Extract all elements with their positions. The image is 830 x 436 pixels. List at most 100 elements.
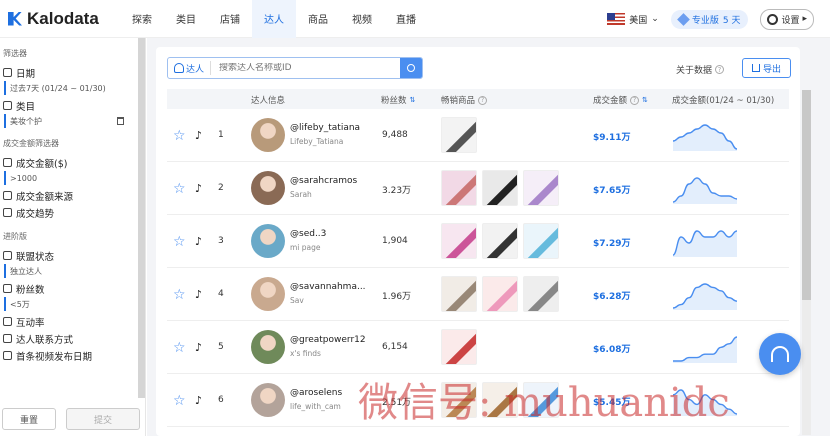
tiktok-icon[interactable]: ♪ (195, 129, 205, 142)
favorite-star-icon[interactable]: ☆ (173, 340, 186, 356)
top-products (441, 329, 477, 365)
influencer-nickname: Lifeby_Tatiana (290, 137, 344, 146)
header-influencer: 达人信息 (251, 96, 286, 106)
filter-category-value[interactable]: 美妆个护 (4, 114, 124, 128)
favorite-star-icon[interactable]: ☆ (173, 181, 186, 197)
product-thumbnail[interactable] (482, 170, 518, 206)
filter-first-video[interactable]: 首条视频发布日期 (0, 347, 145, 364)
table-row[interactable]: ☆ ♪ 4 @savannahma... Sav 1.96万 $6.28万 (167, 268, 789, 321)
header-gmv[interactable]: 成交金额? ⇅ (593, 94, 648, 106)
table-scrollbar-thumb[interactable] (802, 90, 811, 300)
search-input[interactable] (211, 63, 392, 73)
search-button[interactable] (400, 58, 422, 78)
gmv-value: $7.29万 (593, 239, 631, 249)
settings-button[interactable]: 设置 ▸ (760, 8, 814, 30)
header-gmv-trend: 成交金额(01/24 ~ 01/30) (672, 96, 775, 106)
region-select[interactable]: 美国 ⌄ (607, 13, 659, 26)
gmv-trend-sparkline (672, 230, 738, 257)
gmv-trend-sparkline (672, 177, 738, 204)
table-row[interactable]: ☆ ♪ 1 @lifeby_tatiana Lifeby_Tatiana 9,488 $9.… (167, 109, 789, 162)
tiktok-icon[interactable]: ♪ (195, 341, 205, 354)
filter-date[interactable]: 日期 (0, 64, 145, 81)
nav-explore[interactable]: 探索 (120, 0, 164, 38)
filter-gmv-trend[interactable]: 成交趋势 (0, 204, 145, 221)
favorite-star-icon[interactable]: ☆ (173, 393, 186, 409)
filter-category[interactable]: 类目 (0, 97, 145, 114)
trash-icon[interactable] (117, 117, 124, 125)
filter-affiliate-value[interactable]: 独立达人 (4, 264, 124, 278)
filter-contact[interactable]: 达人联系方式 (0, 330, 145, 347)
avatar[interactable] (251, 171, 285, 205)
avatar[interactable] (251, 277, 285, 311)
favorite-star-icon[interactable]: ☆ (173, 234, 186, 250)
filter-fans-value[interactable]: <5万 (4, 297, 124, 311)
tiktok-icon[interactable]: ♪ (195, 235, 205, 248)
influencer-handle[interactable]: @sed..3 (290, 229, 326, 239)
influencer-handle[interactable]: @lifeby_tatiana (290, 123, 360, 133)
support-button[interactable] (759, 333, 801, 375)
product-thumbnail[interactable] (441, 276, 477, 312)
tiktok-icon[interactable]: ♪ (195, 288, 205, 301)
tiktok-icon[interactable]: ♪ (195, 394, 205, 407)
avatar[interactable] (251, 224, 285, 258)
product-thumbnail[interactable] (441, 223, 477, 259)
filter-date-value[interactable]: 过去7天 (01/24 ~ 01/30) (4, 81, 124, 95)
filter-affiliate[interactable]: 联盟状态 (0, 247, 145, 264)
product-thumbnail[interactable] (523, 223, 559, 259)
gmv-value: $6.28万 (593, 292, 631, 302)
export-button[interactable]: 导出 (742, 58, 791, 78)
nav-live[interactable]: 直播 (384, 0, 428, 38)
gmv-trend-sparkline (672, 124, 738, 151)
nav-video[interactable]: 视频 (340, 0, 384, 38)
influencer-nickname: life_with_cam (290, 402, 341, 411)
nav-influencer[interactable]: 达人 (252, 0, 296, 38)
product-thumbnail[interactable] (441, 170, 477, 206)
influencer-handle[interactable]: @sarahcramos (290, 176, 357, 186)
product-thumbnail[interactable] (441, 329, 477, 365)
reset-button[interactable]: 重置 (2, 408, 56, 430)
rank: 1 (218, 130, 224, 140)
fans-count: 9,488 (382, 130, 408, 140)
table-row[interactable]: ☆ ♪ 5 @greatpowerr12 x's finds 6,154 $6.08万 (167, 321, 789, 374)
product-thumbnail[interactable] (441, 117, 477, 153)
avatar[interactable] (251, 383, 285, 417)
nav-shop[interactable]: 店铺 (208, 0, 252, 38)
table-row[interactable]: ☆ ♪ 3 @sed..3 mi page 1,904 $7.29万 (167, 215, 789, 268)
influencer-handle[interactable]: @greatpowerr12 (290, 335, 366, 345)
help-icon: ? (478, 95, 488, 105)
influencer-handle[interactable]: @savannahma... (290, 282, 366, 292)
favorite-star-icon[interactable]: ☆ (173, 128, 186, 144)
filter-gmv-value[interactable]: >1000 (4, 171, 124, 185)
search-box: 达人 (167, 57, 423, 79)
rank: 4 (218, 289, 224, 299)
header-fans[interactable]: 粉丝数 ⇅ (381, 94, 415, 106)
nav-category[interactable]: 类目 (164, 0, 208, 38)
favorite-star-icon[interactable]: ☆ (173, 287, 186, 303)
filter-gmv-source[interactable]: 成交金额来源 (0, 187, 145, 204)
tiktok-icon[interactable]: ♪ (195, 182, 205, 195)
advanced-section-title: 进阶版 (3, 232, 27, 241)
plan-badge[interactable]: 专业版 5 天 (670, 9, 749, 29)
sidebar-scrollbar[interactable] (138, 38, 145, 398)
about-data-link[interactable]: 关于数据? (676, 63, 725, 76)
filter-gmv[interactable]: 成交金额($) (0, 154, 145, 171)
filter-sidebar: 筛选器 日期 过去7天 (01/24 ~ 01/30) 类目 美妆个护 成交金额… (0, 38, 146, 436)
avatar[interactable] (251, 118, 285, 152)
submit-button[interactable]: 提交 (66, 408, 140, 430)
influencer-handle[interactable]: @aroselens (290, 388, 342, 398)
nav-product[interactable]: 商品 (296, 0, 340, 38)
product-thumbnail[interactable] (523, 276, 559, 312)
source-icon (3, 191, 12, 200)
product-thumbnail[interactable] (482, 223, 518, 259)
table-row[interactable]: ☆ ♪ 2 @sarahcramos Sarah 3.23万 $7.65万 (167, 162, 789, 215)
us-flag-icon (607, 13, 626, 25)
product-thumbnail[interactable] (523, 170, 559, 206)
filter-engagement[interactable]: 互动率 (0, 313, 145, 330)
product-thumbnail[interactable] (482, 276, 518, 312)
avatar[interactable] (251, 330, 285, 364)
search-type-tag[interactable]: 达人 (168, 61, 212, 75)
logo[interactable]: Kalodata (8, 9, 120, 29)
gmv-value: $9.11万 (593, 133, 631, 143)
influencer-nickname: Sav (290, 296, 304, 305)
filter-fans[interactable]: 粉丝数 (0, 280, 145, 297)
